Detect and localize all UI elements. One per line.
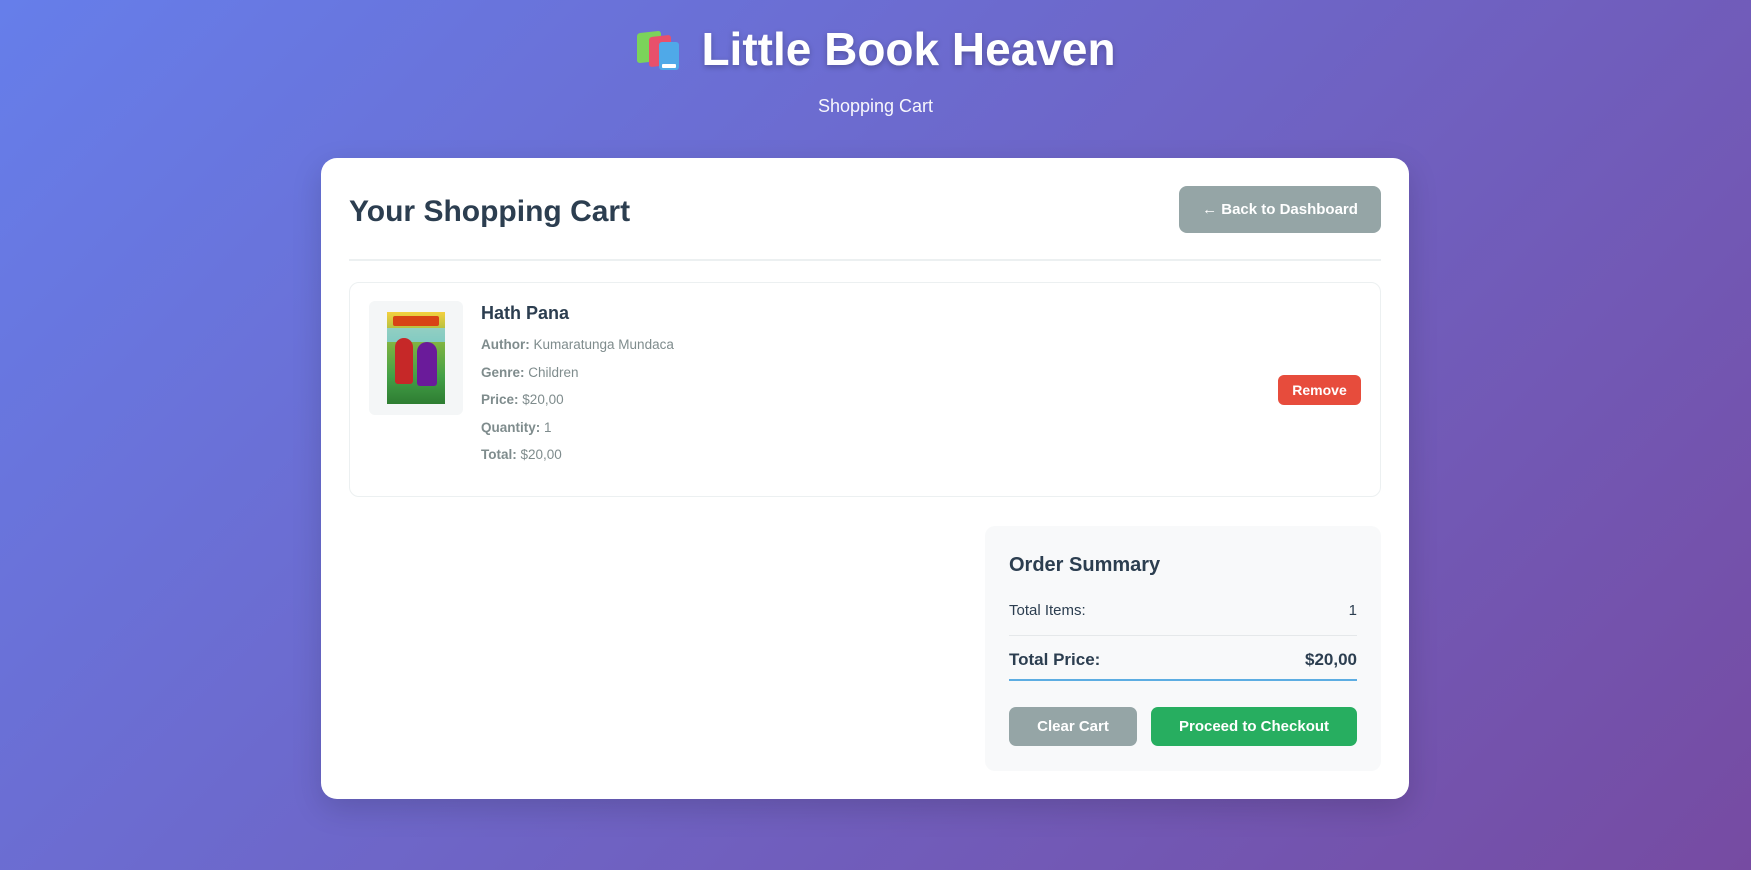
item-author: Author: Kumaratunga Mundaca xyxy=(481,337,674,352)
books-icon xyxy=(635,26,683,72)
summary-items-value: 1 xyxy=(1348,602,1357,619)
item-quantity: Quantity: 1 xyxy=(481,419,552,435)
summary-price-label: Total Price: xyxy=(1009,650,1101,669)
item-genre: Genre: Children xyxy=(481,364,579,380)
cart-item: Hath Pana Author: Kumaratunga Mundaca Ge… xyxy=(349,282,1381,497)
summary-total-price: Total Price: $20,00 xyxy=(1009,650,1357,681)
item-price: Price: $20,00 xyxy=(481,392,564,407)
remove-item-button[interactable]: Remove xyxy=(1278,375,1361,405)
item-details: Hath Pana Author: Kumaratunga Mundaca Ge… xyxy=(481,303,674,475)
site-title: Little Book Heaven xyxy=(0,22,1751,76)
book-cover-frame xyxy=(369,301,463,415)
cart-header: Your Shopping Cart ← Back to Dashboard xyxy=(349,186,1381,261)
site-title-text: Little Book Heaven xyxy=(701,23,1116,75)
order-summary-title: Order Summary xyxy=(1009,554,1161,576)
clear-cart-button[interactable]: Clear Cart xyxy=(1009,707,1137,746)
item-title: Hath Pana xyxy=(481,303,570,323)
summary-total-items: Total Items: 1 xyxy=(1009,602,1357,636)
item-total: Total: $20,00 xyxy=(481,447,562,462)
summary-price-value: $20,00 xyxy=(1305,650,1357,669)
site-subtitle: Shopping Cart xyxy=(817,96,934,116)
summary-items-label: Total Items: xyxy=(1009,602,1086,619)
proceed-to-checkout-button[interactable]: Proceed to Checkout xyxy=(1151,707,1357,746)
book-cover-image xyxy=(387,312,445,404)
back-to-dashboard-button[interactable]: ← Back to Dashboard xyxy=(1179,186,1381,233)
page-title: Your Shopping Cart xyxy=(349,195,631,228)
cart-card: Your Shopping Cart ← Back to Dashboard H… xyxy=(321,158,1409,799)
order-summary: Order Summary Total Items: 1 Total Price… xyxy=(985,526,1381,771)
